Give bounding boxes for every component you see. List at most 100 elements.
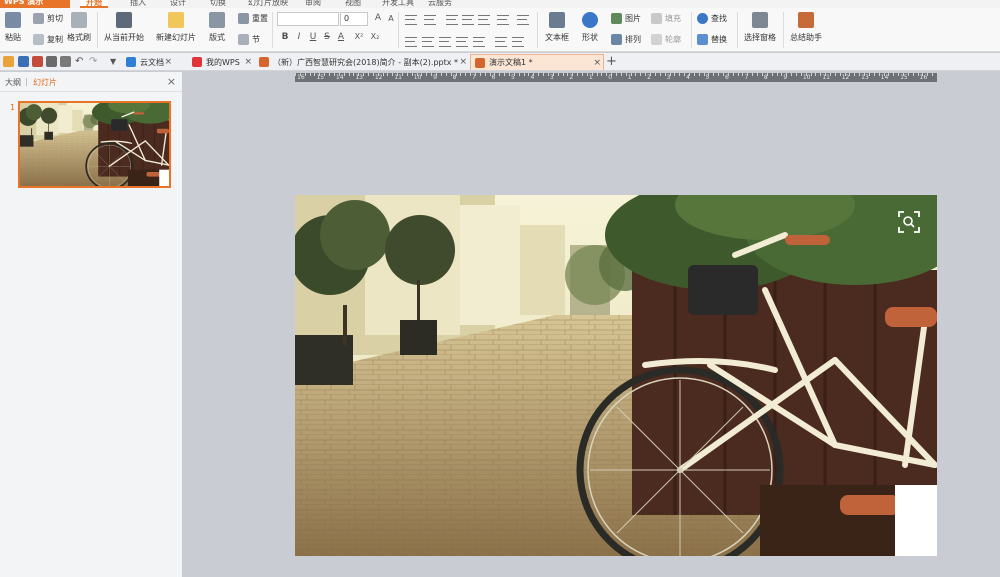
align-right-icon[interactable] bbox=[439, 37, 451, 47]
italic-button[interactable]: I bbox=[293, 32, 305, 42]
superscript-button[interactable]: X² bbox=[352, 32, 366, 41]
divider bbox=[97, 12, 98, 48]
ruler-tick bbox=[771, 73, 773, 76]
menu-tab-transition[interactable]: 切换 bbox=[210, 0, 226, 8]
close-icon[interactable]: × bbox=[459, 57, 467, 67]
tab-my-wps[interactable]: 我的WPS × bbox=[188, 54, 254, 70]
menu-tab-design[interactable]: 设计 bbox=[170, 0, 186, 8]
justify-icon[interactable] bbox=[456, 37, 468, 47]
align-text-icon[interactable] bbox=[495, 37, 507, 47]
indent-increase-icon[interactable] bbox=[462, 15, 474, 25]
cut-button[interactable]: 剪切 bbox=[33, 11, 63, 25]
smartart-icon[interactable] bbox=[512, 37, 524, 47]
selection-pane-button[interactable]: 选择窗格 bbox=[744, 12, 776, 43]
undo-icon[interactable]: ↶ bbox=[75, 56, 86, 67]
close-icon[interactable]: × bbox=[593, 58, 601, 68]
save-icon[interactable] bbox=[18, 56, 29, 67]
distribute-icon[interactable] bbox=[473, 37, 485, 47]
font-family-select[interactable] bbox=[277, 12, 339, 26]
print-icon[interactable] bbox=[46, 56, 57, 67]
shrink-font-button[interactable]: A bbox=[385, 14, 397, 23]
ruler-tick bbox=[805, 73, 807, 76]
fill-bucket-icon bbox=[651, 12, 662, 24]
close-icon[interactable]: × bbox=[167, 75, 176, 88]
menu-tab-developer[interactable]: 开发工具 bbox=[382, 0, 414, 8]
ruler-tick bbox=[426, 73, 428, 76]
menu-tab-insert[interactable]: 插入 bbox=[130, 0, 146, 8]
new-tab-button[interactable]: + bbox=[606, 54, 617, 69]
arrange-button[interactable]: 排列 bbox=[611, 32, 641, 46]
subscript-button[interactable]: X₂ bbox=[368, 32, 382, 41]
slide-canvas[interactable] bbox=[295, 195, 937, 556]
close-icon[interactable]: × bbox=[164, 57, 172, 67]
tab-pptx-file[interactable]: （新）广西智慧研究会(2018)简介 - 副本(2).pptx * × bbox=[255, 54, 469, 70]
indent-decrease-icon[interactable] bbox=[446, 15, 458, 25]
redo-icon[interactable]: ↷ bbox=[89, 56, 100, 67]
ruler-tick bbox=[795, 73, 797, 76]
ruler-tick bbox=[703, 73, 705, 76]
ruler-tick bbox=[474, 73, 476, 76]
align-left-icon[interactable] bbox=[405, 37, 417, 47]
menu-tab-view[interactable]: 视图 bbox=[345, 0, 361, 8]
close-icon[interactable]: × bbox=[244, 57, 252, 67]
ruler-tick bbox=[747, 73, 749, 76]
new-slide-button[interactable]: 新建幻灯片 bbox=[156, 12, 196, 43]
layout-button[interactable]: 版式 bbox=[209, 12, 225, 43]
from-current-button[interactable]: 从当前开始 bbox=[104, 12, 144, 43]
zoom-icon[interactable] bbox=[898, 211, 920, 233]
export-pdf-icon[interactable] bbox=[32, 56, 43, 67]
ruler-tick bbox=[654, 73, 656, 76]
grow-font-button[interactable]: A bbox=[372, 13, 384, 23]
columns-icon[interactable] bbox=[478, 15, 490, 25]
line-spacing-icon[interactable] bbox=[497, 15, 509, 25]
tab-outline[interactable]: 大纲 bbox=[5, 77, 21, 88]
font-color-button[interactable]: A bbox=[335, 32, 347, 42]
ruler-tick bbox=[314, 73, 316, 76]
numbering-icon[interactable] bbox=[424, 15, 436, 25]
paste-button[interactable]: 粘贴 bbox=[5, 12, 21, 43]
ruler-tick bbox=[572, 73, 574, 76]
textbox-button[interactable]: 文本框 bbox=[545, 12, 569, 43]
ruler-tick bbox=[878, 73, 880, 76]
tab-presentation-1[interactable]: 演示文稿1 * × bbox=[470, 54, 604, 70]
section-button[interactable]: 节 bbox=[238, 32, 260, 46]
strikethrough-button[interactable]: S bbox=[321, 32, 333, 42]
format-painter-button[interactable]: 格式刷 bbox=[67, 12, 91, 43]
find-button[interactable]: 查找 bbox=[697, 11, 727, 25]
ruler-tick bbox=[883, 73, 885, 76]
replace-button[interactable]: 替换 bbox=[697, 32, 727, 46]
app-menu-button[interactable]: WPS 演示 bbox=[0, 0, 70, 8]
fill-button[interactable]: 填充 bbox=[651, 11, 681, 25]
ruler-tick bbox=[392, 73, 394, 76]
text-direction-icon[interactable] bbox=[517, 15, 529, 25]
picture-button[interactable]: 图片 bbox=[611, 11, 641, 25]
menu-tab-slideshow[interactable]: 幻灯片放映 bbox=[248, 0, 288, 8]
slide-thumbnail[interactable] bbox=[18, 101, 171, 188]
bold-button[interactable]: B bbox=[279, 32, 291, 42]
ruler-tick bbox=[849, 73, 851, 76]
divider bbox=[737, 12, 738, 48]
shape-button[interactable]: 形状 bbox=[582, 12, 598, 43]
menu-tab-review[interactable]: 审阅 bbox=[305, 0, 321, 8]
bullets-icon[interactable] bbox=[405, 15, 417, 25]
print-preview-icon[interactable] bbox=[60, 56, 71, 67]
tab-cloud-docs[interactable]: 云文档 × bbox=[122, 54, 174, 70]
underline-button[interactable]: U bbox=[307, 32, 319, 42]
copy-button[interactable]: 复制 bbox=[33, 32, 63, 46]
ruler-tick bbox=[367, 73, 369, 76]
menu-tab-home[interactable]: 开始 bbox=[80, 0, 108, 8]
chevron-down-icon[interactable]: ▼ bbox=[110, 56, 121, 67]
align-center-icon[interactable] bbox=[422, 37, 434, 47]
open-icon[interactable] bbox=[3, 56, 14, 67]
menu-tab-cloud[interactable]: 云服务 bbox=[428, 0, 452, 8]
wps-logo-icon bbox=[192, 57, 202, 67]
ruler-tick bbox=[766, 73, 768, 76]
summary-helper-button[interactable]: 总结助手 bbox=[790, 12, 822, 43]
outline-button[interactable]: 轮廓 bbox=[651, 32, 681, 46]
tab-slides[interactable]: 幻灯片 bbox=[33, 77, 57, 88]
ruler-tick bbox=[601, 73, 603, 76]
reset-button[interactable]: 重置 bbox=[238, 11, 268, 25]
font-size-select[interactable]: 0 bbox=[340, 12, 368, 26]
ruler-tick bbox=[591, 73, 593, 76]
presentation-icon bbox=[259, 57, 269, 67]
